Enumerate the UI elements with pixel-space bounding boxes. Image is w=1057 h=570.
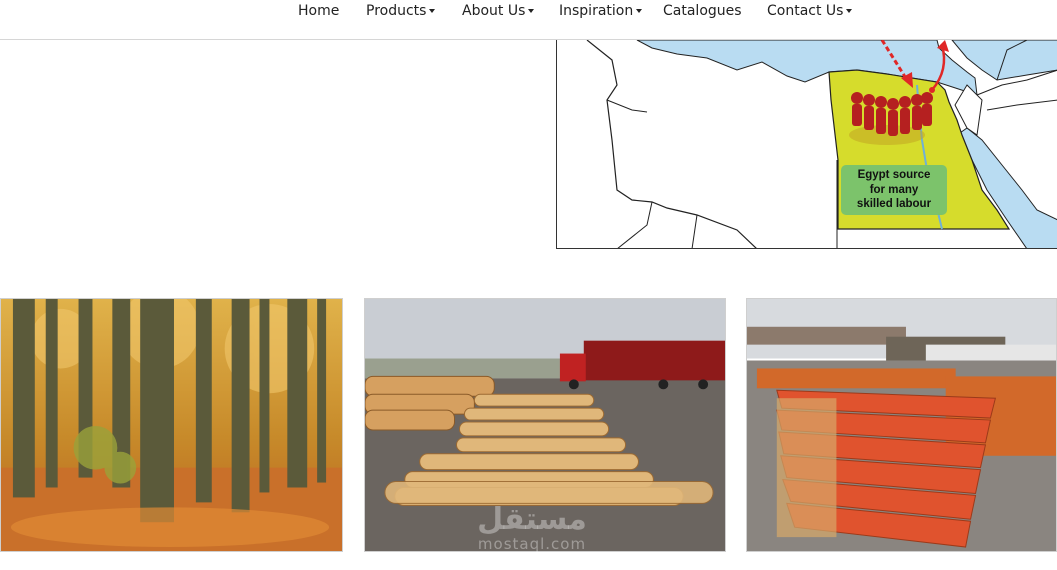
photo-stacked-lumber[interactable] [746, 298, 1057, 552]
map-illustration [586, 40, 1057, 248]
label-line-1: Egypt source [857, 169, 931, 181]
lumber-image [747, 299, 1056, 551]
label-line-2: for many [869, 183, 919, 196]
nav-catalogues-label: Catalogues [663, 3, 742, 19]
caret-down-icon [636, 9, 643, 13]
caret-down-icon [429, 9, 436, 13]
photo-autumn-forest[interactable] [0, 298, 343, 552]
nav-products[interactable]: Products [366, 3, 436, 19]
top-navigation: Home Products About Us Inspiration Catal… [0, 0, 1057, 40]
forest-image [1, 299, 342, 551]
caret-down-icon [528, 9, 535, 13]
nav-catalogues[interactable]: Catalogues [663, 3, 742, 19]
people-icon [849, 92, 933, 145]
photo-log-yard[interactable] [364, 298, 726, 552]
caret-down-icon [846, 9, 853, 13]
nav-products-label: Products [366, 3, 427, 19]
egypt-source-label: Egypt source for many skilled labour [841, 165, 947, 215]
nav-inspiration[interactable]: Inspiration [559, 3, 643, 19]
nav-about-us-label: About Us [462, 3, 526, 19]
nav-home[interactable]: Home [298, 3, 339, 19]
nav-about-us[interactable]: About Us [462, 3, 535, 19]
egypt-map: Egypt source for many skilled labour [556, 40, 1057, 249]
nav-contact-us-label: Contact Us [767, 3, 844, 19]
nav-menu: Home Products About Us Inspiration Catal… [0, 0, 1057, 22]
log-yard-image [365, 299, 725, 551]
nav-contact-us[interactable]: Contact Us [767, 3, 853, 19]
nav-inspiration-label: Inspiration [559, 3, 634, 19]
label-line-3: skilled labour [856, 198, 932, 210]
nav-home-label: Home [298, 3, 340, 19]
